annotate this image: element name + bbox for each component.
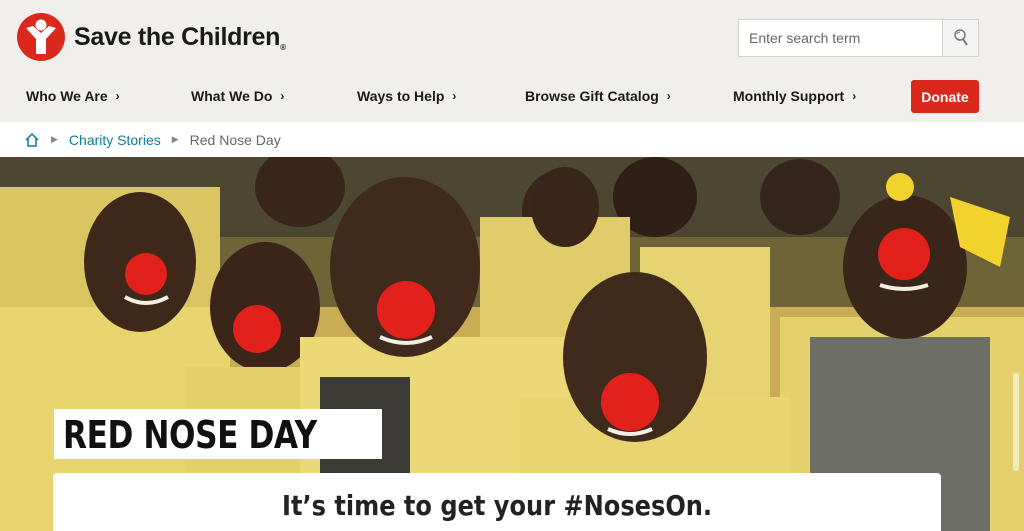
breadcrumb-current: Red Nose Day: [189, 131, 281, 148]
save-the-children-logo-icon: [17, 13, 65, 61]
nav-what-we-do[interactable]: What We Do ›: [191, 88, 284, 104]
search-icon: [953, 29, 968, 46]
donate-button[interactable]: Donate: [911, 80, 979, 113]
hero-title-box: RED NOSE DAY: [54, 409, 382, 459]
brand-name: Save the Children®: [74, 22, 286, 52]
chevron-right-icon: ›: [452, 89, 457, 103]
chevron-right-icon: ›: [115, 89, 120, 103]
hero-subtitle-card: It’s time to get your #NosesOn.: [53, 473, 941, 531]
search-input[interactable]: [739, 20, 942, 56]
search-button[interactable]: [942, 20, 978, 56]
breadcrumb: ▶ Charity Stories ▶ Red Nose Day: [0, 122, 1024, 157]
nav-ways-to-help[interactable]: Ways to Help ›: [357, 88, 456, 104]
nav-browse-gift-catalog[interactable]: Browse Gift Catalog ›: [525, 88, 671, 104]
nav-label: What We Do: [191, 88, 273, 104]
nav-label: Monthly Support: [733, 88, 845, 104]
nav-label: Who We Are: [26, 88, 108, 104]
nav-who-we-are[interactable]: Who We Are ›: [26, 88, 120, 104]
breadcrumb-charity-stories[interactable]: Charity Stories: [69, 132, 161, 148]
breadcrumb-separator-icon: ▶: [51, 134, 58, 144]
hero-subtitle: It’s time to get your #NosesOn.: [281, 489, 713, 522]
nav-label: Ways to Help: [357, 88, 445, 104]
scrollbar[interactable]: [1013, 373, 1019, 471]
brand-logo-link[interactable]: Save the Children®: [16, 12, 286, 62]
nav-label: Browse Gift Catalog: [525, 88, 659, 104]
hero-title: RED NOSE DAY: [63, 413, 317, 457]
breadcrumb-separator-icon: ▶: [171, 134, 179, 144]
chevron-right-icon: ›: [280, 89, 285, 103]
hero-banner: RED NOSE DAY It’s time to get your #Nose…: [0, 157, 1024, 531]
chevron-right-icon: ›: [852, 89, 857, 103]
home-icon[interactable]: [24, 132, 40, 148]
site-header: Save the Children® Who We Are › What We D…: [0, 0, 1024, 122]
search-box: [738, 19, 979, 57]
chevron-right-icon: ›: [666, 89, 671, 103]
nav-monthly-support[interactable]: Monthly Support ›: [733, 88, 856, 104]
